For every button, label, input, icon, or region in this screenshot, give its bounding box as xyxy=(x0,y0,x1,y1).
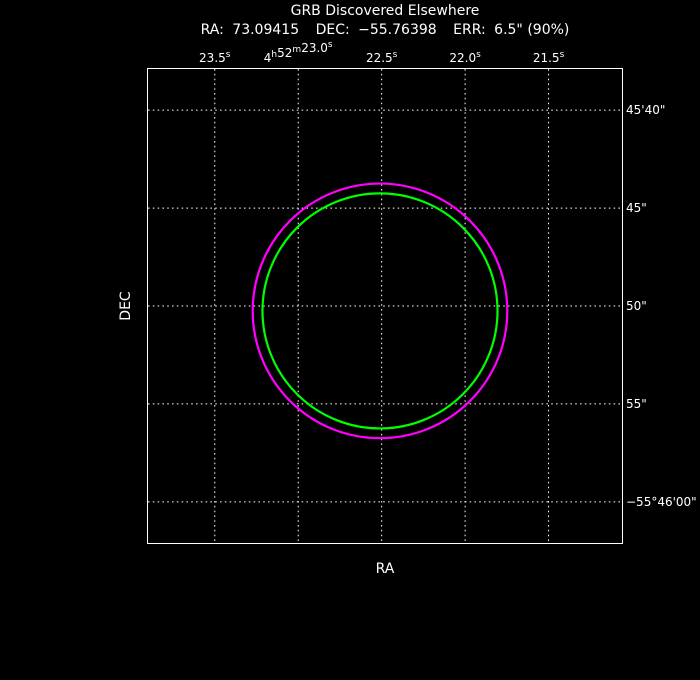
y-tick-label: 45'40" xyxy=(626,103,665,117)
y-tick-label: 45" xyxy=(626,201,647,215)
chart: GRB Discovered Elsewhere RA: 73.09415 DE… xyxy=(118,3,697,577)
y-axis-label: DEC xyxy=(118,291,134,321)
y-tick-label: 50" xyxy=(626,299,647,313)
grid xyxy=(148,69,622,543)
dec-label: DEC: xyxy=(316,22,350,38)
y-axis-ticks: 45'40" 45" 50" 55" −55°46'00" xyxy=(626,103,697,509)
x-axis-label: RA xyxy=(376,561,395,577)
x-tick-label: 22.0s xyxy=(449,50,481,65)
x-tick-label: 23.5s xyxy=(199,50,231,65)
ra-value: 73.09415 xyxy=(232,22,299,38)
chart-title: GRB Discovered Elsewhere xyxy=(291,3,480,19)
y-tick-label: −55°46'00" xyxy=(626,495,697,509)
ra-label: RA: xyxy=(201,22,224,38)
err-value: 6.5" (90%) xyxy=(494,22,569,38)
error-circles xyxy=(251,182,509,440)
y-tick-label: 55" xyxy=(626,397,647,411)
err-label: ERR: xyxy=(453,22,486,38)
x-tick-label: 21.5s xyxy=(533,50,565,65)
coordinate-info: RA: 73.09415 DEC: −55.76398 ERR: 6.5" (9… xyxy=(201,22,570,38)
dec-value: −55.76398 xyxy=(358,22,437,38)
x-axis-ticks: 23.5s 4h52m23.0s 22.5s 22.0s 21.5s xyxy=(199,40,565,65)
magenta-error-circle xyxy=(251,182,509,440)
x-tick-label: 4h52m23.0s xyxy=(264,40,333,65)
x-tick-label: 22.5s xyxy=(366,50,398,65)
